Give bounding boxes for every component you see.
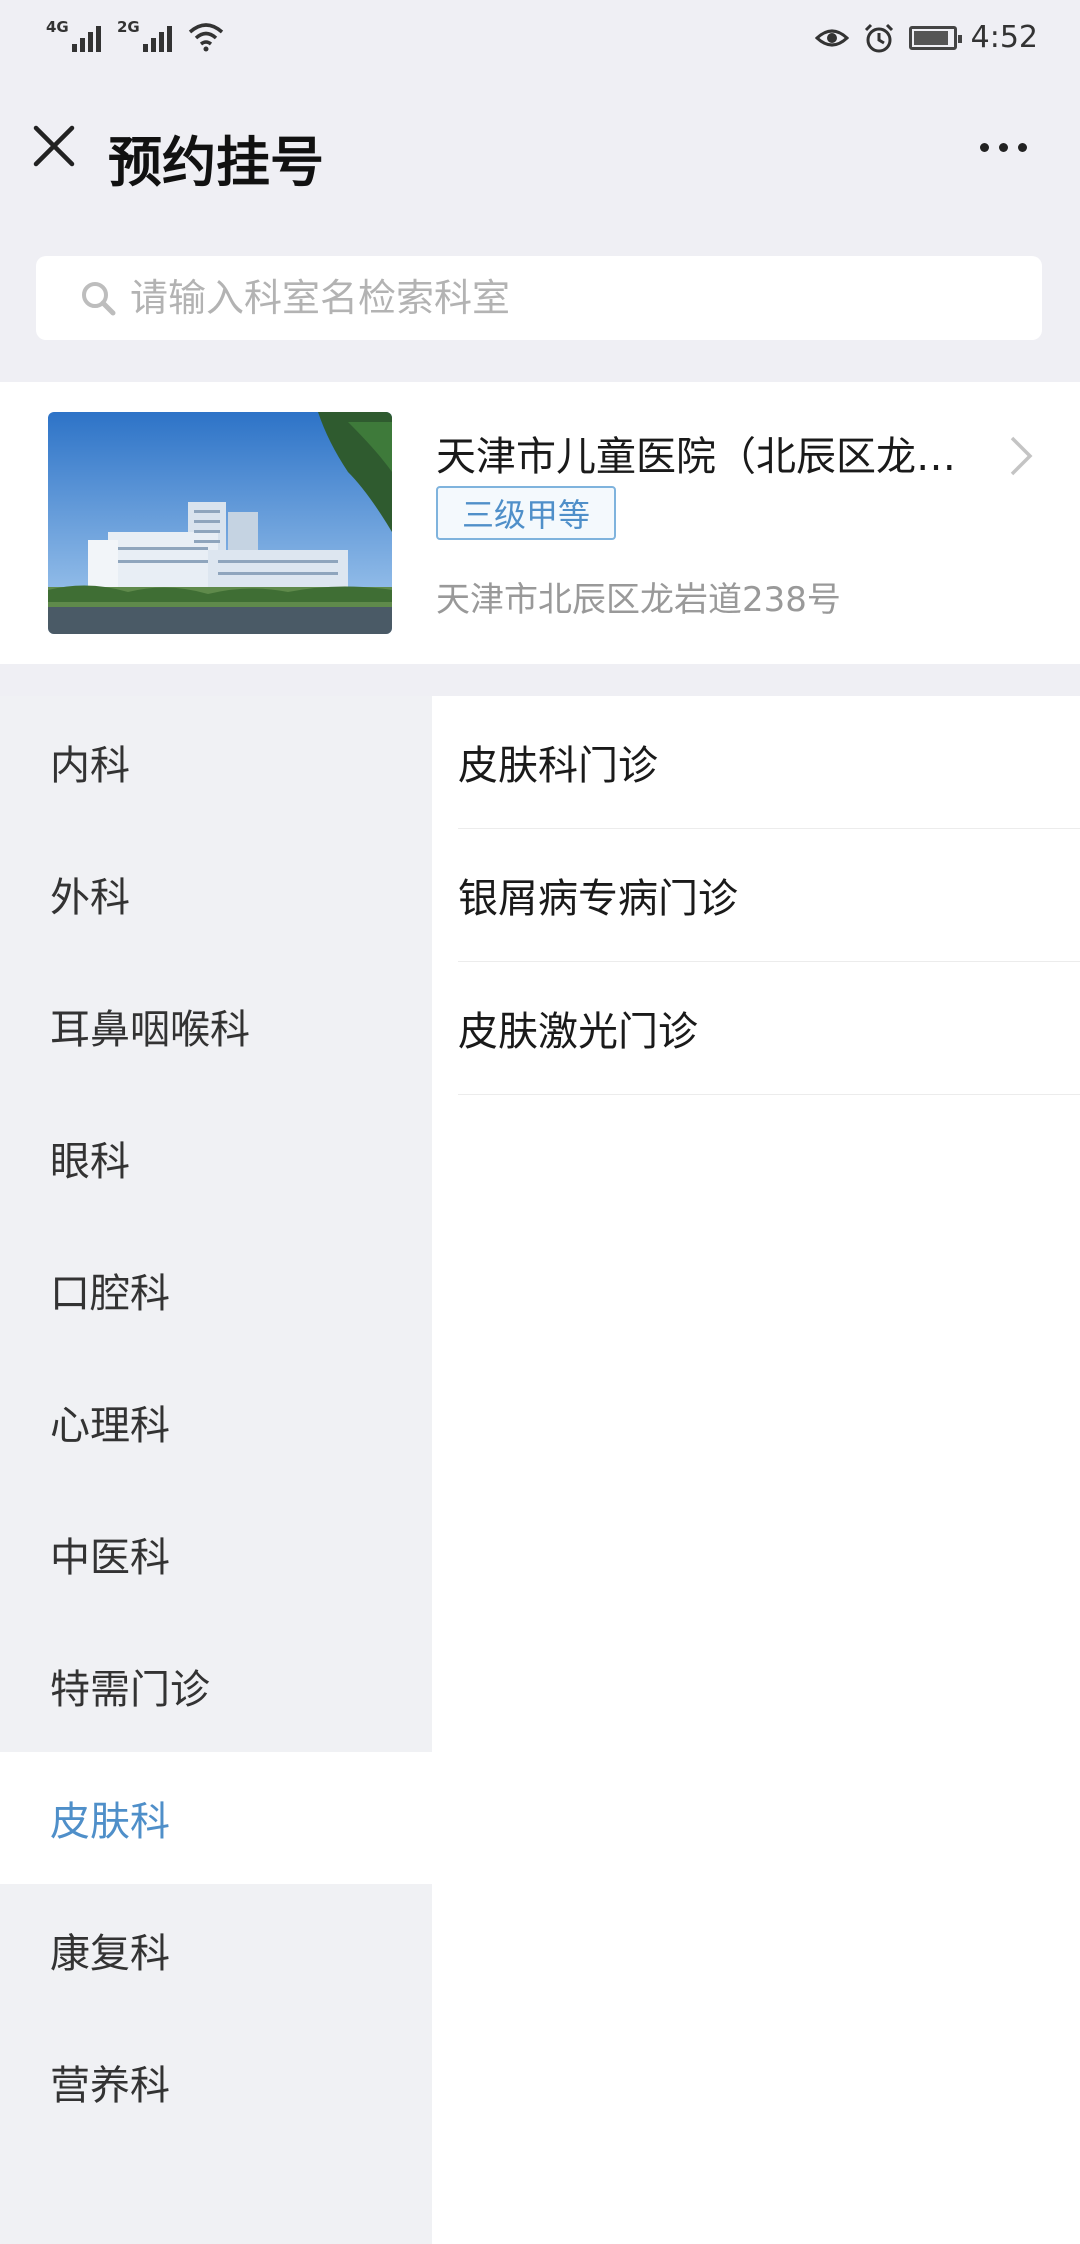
sidebar-item-special-clinic[interactable]: 特需门诊 [0,1620,432,1752]
sidebar-item-ophthalmology[interactable]: 眼科 [0,1092,432,1224]
sidebar-item-surgery[interactable]: 外科 [0,828,432,960]
hospital-photo [48,412,392,634]
sidebar-item-dermatology[interactable]: 皮肤科 [0,1752,432,1884]
network-type-label: 2G [117,18,140,36]
search-icon [82,282,116,316]
clinic-label: 银屑病专病门诊 [458,876,738,922]
sidebar-item-nutrition[interactable]: 营养科 [0,2016,432,2148]
search-input[interactable] [128,275,1012,321]
list-item[interactable]: 银屑病专病门诊 [458,829,1080,962]
status-bar: 4G 2G 4:52 [0,0,1080,84]
page-title: 预约挂号 [108,131,324,194]
sidebar-item-label: 外科 [50,875,130,921]
status-right: 4:52 [814,20,1038,55]
hospital-card[interactable]: 天津市儿童医院（北辰区龙… 三级甲等 天津市北辰区龙岩道238号 [0,382,1080,664]
hospital-address: 天津市北辰区龙岩道238号 [436,580,841,620]
sidebar-item-label: 眼科 [50,1139,130,1185]
sidebar-item-psychology[interactable]: 心理科 [0,1356,432,1488]
hospital-name: 天津市儿童医院（北辰区龙… [436,434,956,480]
sidebar-item-label: 口腔科 [50,1271,170,1317]
more-options-icon[interactable] [980,132,1040,162]
title-bar: 预约挂号 [0,84,1080,218]
sidebar-item-label: 康复科 [50,1931,170,1977]
list-item[interactable]: 皮肤激光门诊 [458,962,1080,1095]
clinic-label: 皮肤科门诊 [458,743,658,789]
wifi-icon [188,23,224,52]
list-item[interactable]: 皮肤科门诊 [458,696,1080,829]
hospital-level-badge: 三级甲等 [436,486,617,540]
status-left: 4G 2G [46,18,224,52]
alarm-icon [864,23,893,52]
sidebar-item-label: 皮肤科 [50,1799,170,1845]
battery-icon [908,25,962,50]
sidebar-item-ent[interactable]: 耳鼻咽喉科 [0,960,432,1092]
sidebar-item-label: 特需门诊 [50,1667,210,1713]
cellular-signal-1: 4G [46,18,101,52]
close-icon[interactable] [28,120,80,172]
sidebar-item-label: 中医科 [50,1535,170,1581]
network-type-label: 4G [46,18,69,36]
sidebar-item-label: 耳鼻咽喉科 [50,1007,250,1053]
signal-bars-icon [143,26,172,52]
sidebar-item-label: 心理科 [50,1403,170,1449]
signal-bars-icon [72,26,101,52]
clinic-label: 皮肤激光门诊 [458,1009,698,1055]
sidebar-item-internal-medicine[interactable]: 内科 [0,696,432,828]
sidebar-item-label: 内科 [50,743,130,789]
sidebar-item-rehabilitation[interactable]: 康复科 [0,1884,432,2016]
sidebar-item-stomatology[interactable]: 口腔科 [0,1224,432,1356]
chevron-right-icon [1010,436,1033,476]
cellular-signal-2: 2G [117,18,172,52]
sidebar-item-tcm[interactable]: 中医科 [0,1488,432,1620]
department-category-sidebar: 内科 外科 耳鼻咽喉科 眼科 口腔科 心理科 中医科 特需门诊 皮肤科 康复科 … [0,696,432,2244]
clock-time: 4:52 [970,20,1038,55]
department-search-bar[interactable] [36,256,1042,340]
eye-icon [814,29,849,46]
clinic-list: 皮肤科门诊 银屑病专病门诊 皮肤激光门诊 [432,696,1080,2244]
sidebar-item-label: 营养科 [50,2063,170,2109]
